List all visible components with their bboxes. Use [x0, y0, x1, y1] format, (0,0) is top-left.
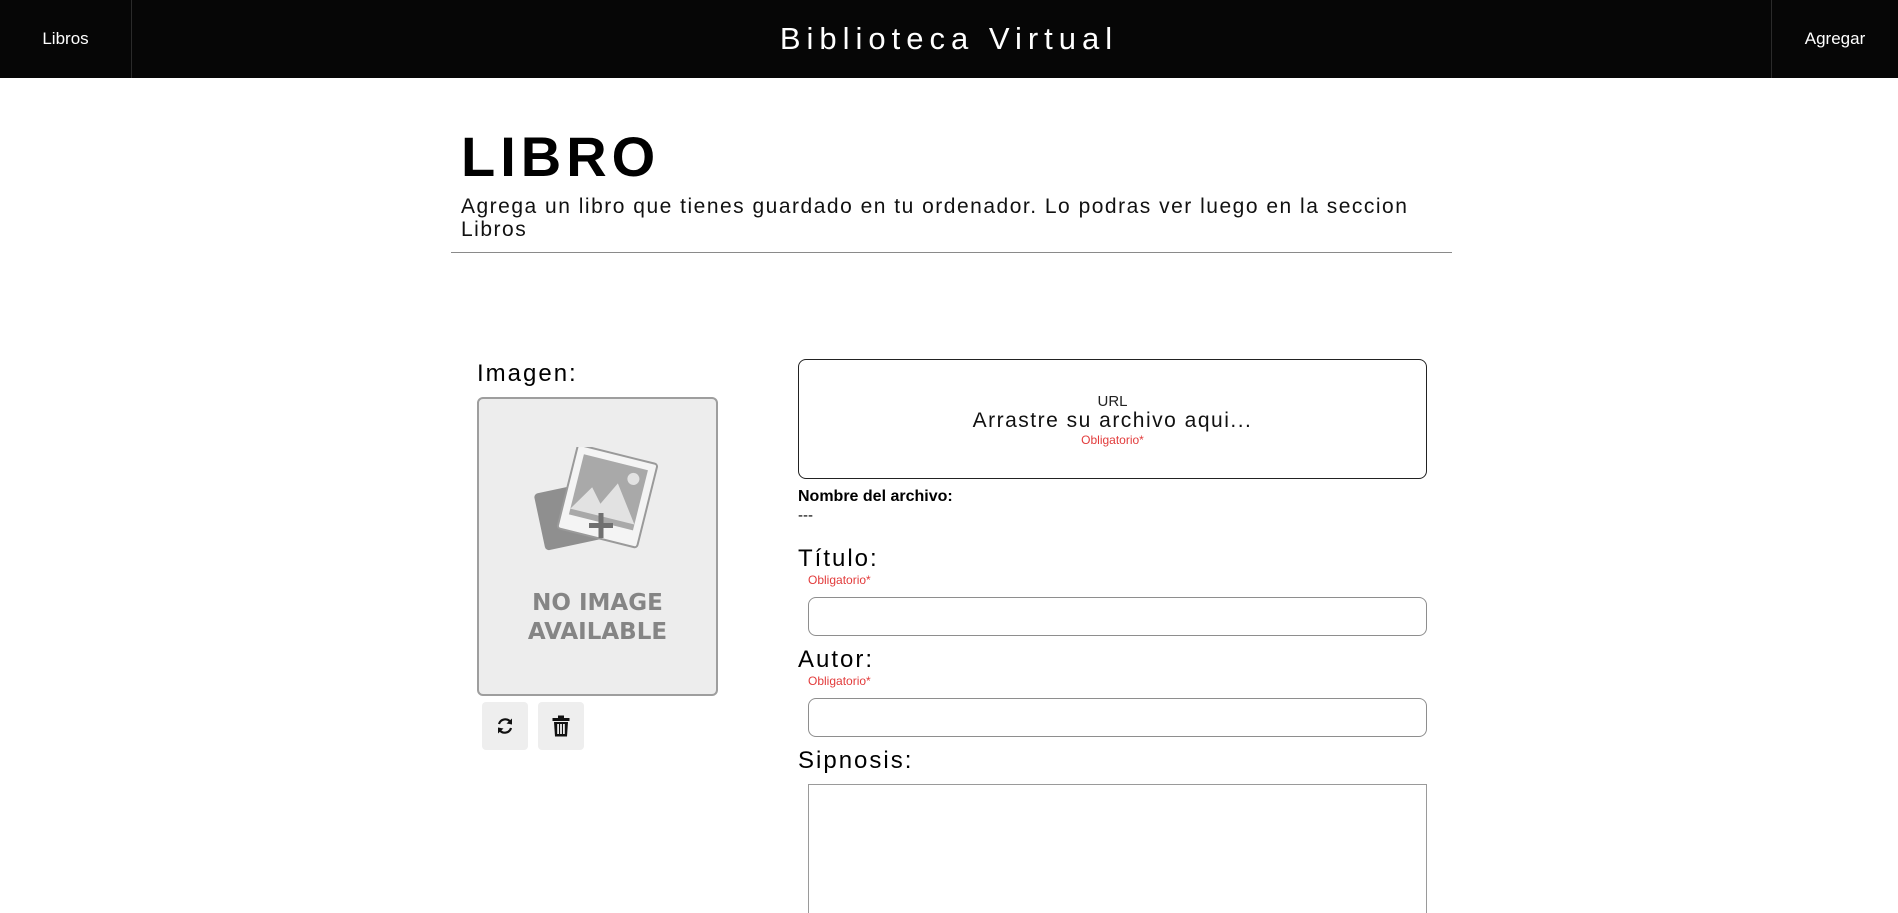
no-image-text: NO IMAGE AVAILABLE — [479, 589, 716, 647]
app-title: Biblioteca Virtual — [779, 21, 1119, 56]
filename-value: --- — [798, 507, 813, 524]
autor-label: Autor: — [798, 646, 875, 673]
titulo-input[interactable] — [808, 597, 1427, 636]
titulo-required: Obligatorio* — [808, 573, 871, 587]
heading-divider — [451, 252, 1452, 253]
delete-image-button[interactable] — [538, 702, 584, 750]
dropzone-url-label: URL — [1097, 393, 1128, 410]
refresh-image-button[interactable] — [482, 702, 528, 750]
no-image-line-2: AVAILABLE — [527, 619, 668, 645]
trash-icon — [552, 715, 570, 737]
page-subtitle: Agrega un libro que tienes guardado en t… — [461, 195, 1409, 241]
nav-libros-link[interactable]: Libros — [0, 0, 132, 78]
file-dropzone[interactable]: URL Arrastre su archivo aqui... Obligato… — [798, 359, 1427, 479]
autor-input[interactable] — [808, 698, 1427, 737]
top-navbar: Libros Biblioteca Virtual Agregar — [0, 0, 1898, 78]
sipnosis-textarea[interactable] — [808, 784, 1427, 913]
no-image-icon — [534, 447, 658, 551]
no-image-line-1: NO IMAGE — [532, 590, 663, 616]
nav-agregar-link[interactable]: Agregar — [1771, 0, 1898, 78]
filename-label: Nombre del archivo: — [798, 488, 953, 505]
page-title: LIBRO — [461, 125, 661, 188]
dropzone-text: Arrastre su archivo aqui... — [972, 409, 1253, 432]
refresh-icon — [497, 718, 513, 734]
image-preview[interactable]: NO IMAGE AVAILABLE — [477, 397, 718, 696]
image-label: Imagen: — [477, 360, 578, 387]
autor-required: Obligatorio* — [808, 674, 871, 688]
dropzone-required: Obligatorio* — [1081, 433, 1144, 447]
sipnosis-label: Sipnosis: — [798, 747, 914, 774]
titulo-label: Título: — [798, 545, 879, 572]
